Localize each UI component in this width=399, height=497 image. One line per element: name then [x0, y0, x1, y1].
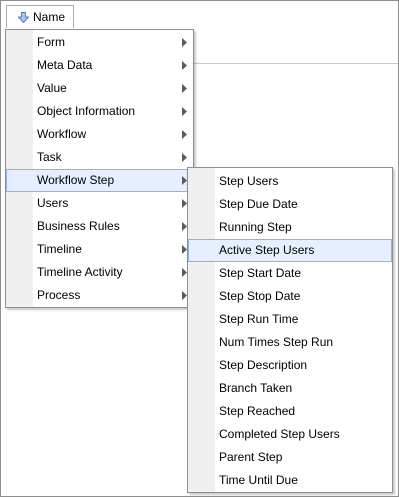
submenu-item-running-step[interactable]: Running Step [188, 216, 392, 239]
submenu-arrow-icon [182, 130, 187, 139]
submenu-item-label: Active Step Users [219, 243, 315, 257]
submenu-item-time-until-due[interactable]: Time Until Due [188, 469, 392, 492]
submenu-item-label: Time Until Due [219, 473, 298, 487]
context-menu: Form Meta Data Value Object Information Work… [5, 29, 194, 308]
menu-item-process[interactable]: Process [6, 284, 193, 307]
menu-item-timeline[interactable]: Timeline [6, 238, 193, 261]
workflow-step-submenu: Step Users Step Due Date Running Step Activ… [187, 167, 393, 493]
submenu-item-label: Parent Step [219, 450, 283, 464]
menu-item-label: Meta Data [37, 58, 93, 72]
menu-item-form[interactable]: Form [6, 31, 193, 54]
submenu-arrow-icon [182, 84, 187, 93]
submenu-arrow-icon [182, 153, 187, 162]
submenu-item-label: Step Reached [219, 404, 296, 418]
name-column-label: Name [33, 10, 66, 24]
menu-item-label: Business Rules [37, 219, 120, 233]
name-column-button[interactable]: Name [6, 5, 74, 28]
menu-item-business-rules[interactable]: Business Rules [6, 215, 193, 238]
menu-item-label: Workflow Step [37, 173, 115, 187]
submenu-item-step-stop-date[interactable]: Step Stop Date [188, 285, 392, 308]
submenu-item-step-description[interactable]: Step Description [188, 354, 392, 377]
submenu-item-step-run-time[interactable]: Step Run Time [188, 308, 392, 331]
submenu-item-label: Step Stop Date [219, 289, 301, 303]
submenu-item-label: Branch Taken [219, 381, 293, 395]
submenu-item-step-users[interactable]: Step Users [188, 170, 392, 193]
submenu-item-step-due-date[interactable]: Step Due Date [188, 193, 392, 216]
submenu-item-active-step-users[interactable]: Active Step Users [188, 239, 392, 262]
submenu-arrow-icon [182, 38, 187, 47]
submenu-item-label: Num Times Step Run [219, 335, 334, 349]
menu-item-label: Users [37, 196, 69, 210]
submenu-item-label: Step Description [219, 358, 308, 372]
menu-item-label: Timeline Activity [37, 265, 123, 279]
menu-item-workflow[interactable]: Workflow [6, 123, 193, 146]
submenu-item-label: Running Step [219, 220, 292, 234]
menu-item-label: Task [37, 150, 62, 164]
submenu-item-step-reached[interactable]: Step Reached [188, 400, 392, 423]
menu-item-label: Form [37, 35, 65, 49]
submenu-item-label: Completed Step Users [219, 427, 340, 441]
submenu-arrow-icon [182, 61, 187, 70]
menu-item-object-information[interactable]: Object Information [6, 100, 193, 123]
menu-item-label: Object Information [37, 104, 136, 118]
submenu-item-label: Step Run Time [219, 312, 299, 326]
submenu-item-label: Step Users [219, 174, 279, 188]
arrow-down-icon [18, 12, 29, 23]
menu-item-label: Value [37, 81, 67, 95]
menu-item-label: Workflow [37, 127, 87, 141]
submenu-item-num-times-step-run[interactable]: Num Times Step Run [188, 331, 392, 354]
submenu-item-label: Step Due Date [219, 197, 298, 211]
menu-item-label: Process [37, 288, 81, 302]
submenu-arrow-icon [182, 107, 187, 116]
submenu-item-label: Step Start Date [219, 266, 302, 280]
menu-item-task[interactable]: Task [6, 146, 193, 169]
menu-item-timeline-activity[interactable]: Timeline Activity [6, 261, 193, 284]
menu-item-value[interactable]: Value [6, 77, 193, 100]
submenu-item-completed-step-users[interactable]: Completed Step Users [188, 423, 392, 446]
submenu-item-parent-step[interactable]: Parent Step [188, 446, 392, 469]
menu-item-users[interactable]: Users [6, 192, 193, 215]
submenu-item-step-start-date[interactable]: Step Start Date [188, 262, 392, 285]
menu-item-workflow-step[interactable]: Workflow Step [6, 169, 193, 192]
menu-item-meta-data[interactable]: Meta Data [6, 54, 193, 77]
menu-item-label: Timeline [37, 242, 82, 256]
submenu-item-branch-taken[interactable]: Branch Taken [188, 377, 392, 400]
